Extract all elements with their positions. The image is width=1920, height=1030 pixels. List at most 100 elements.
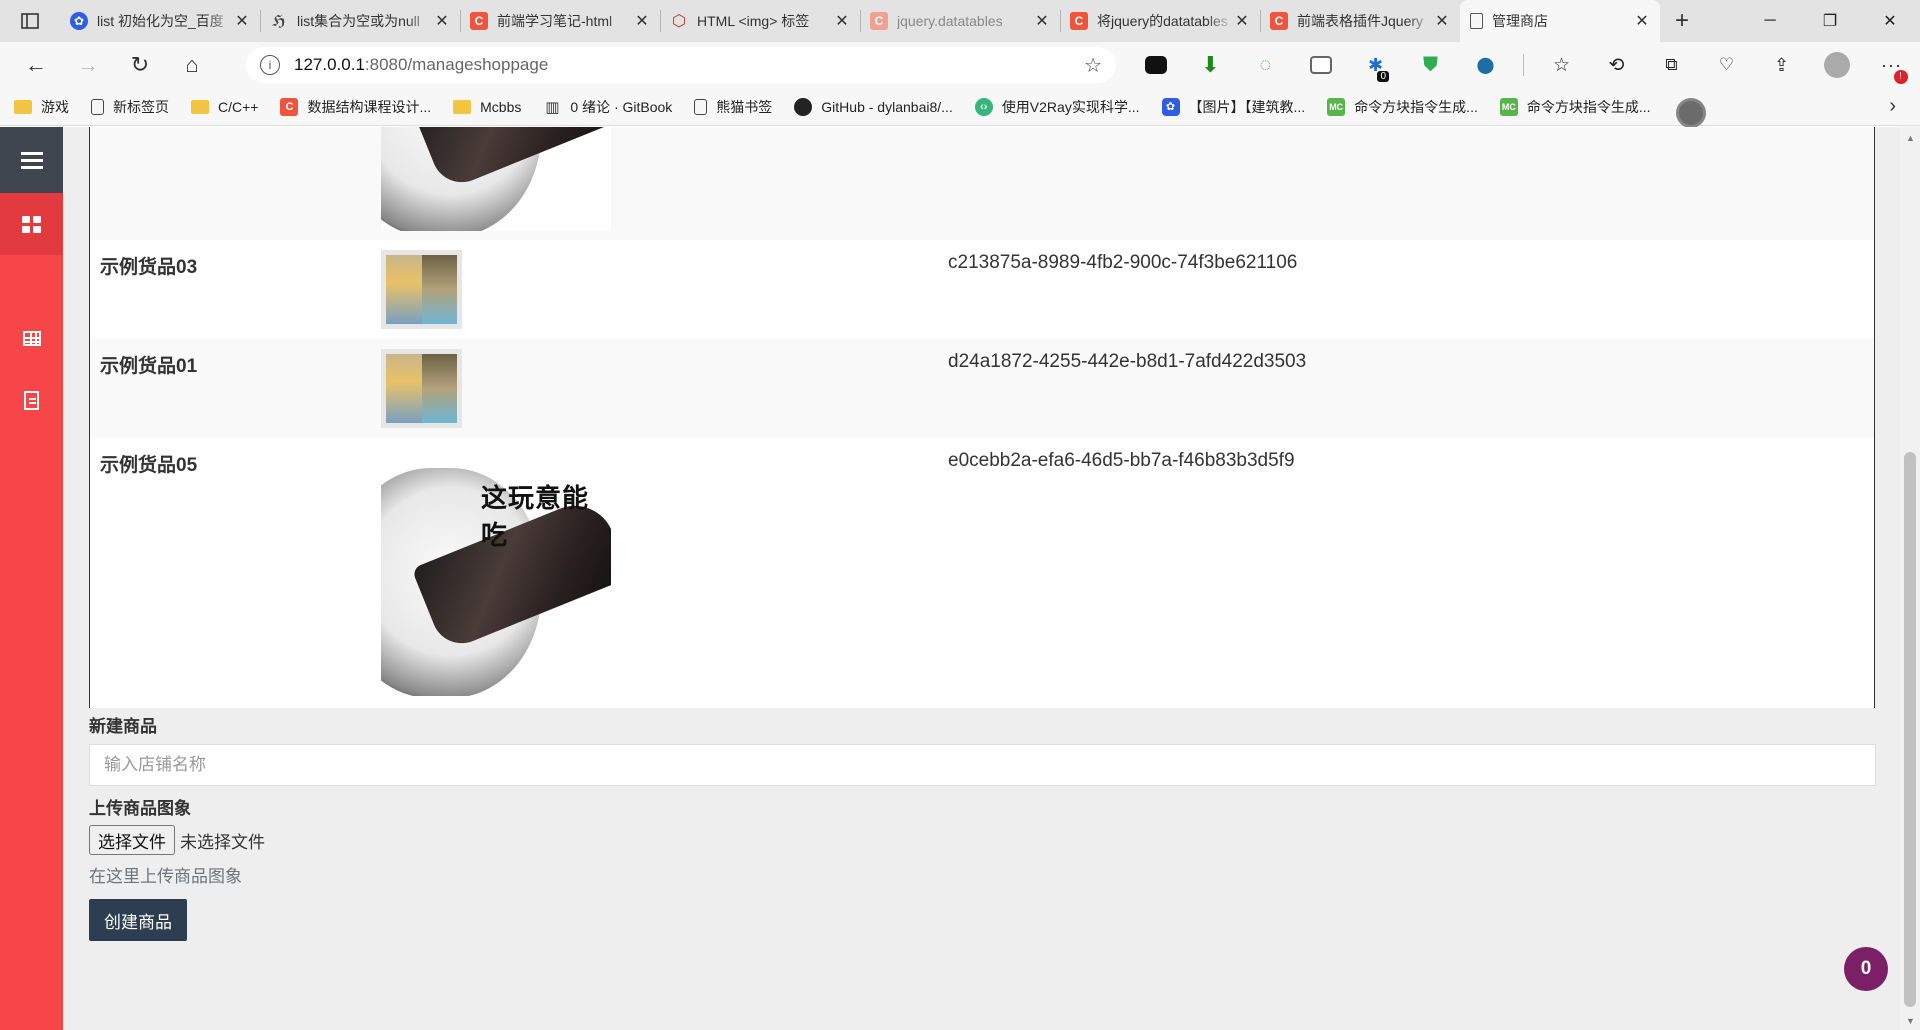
url-path: :8080/manageshoppage [364, 55, 549, 74]
tab-close-icon[interactable]: ✕ [434, 11, 450, 31]
product-thumbnail [381, 349, 462, 428]
share-icon[interactable]: ⇪ [1754, 45, 1809, 85]
bookmarks-bar: 游戏 新标签页 C/C++ C 数据结构课程设计... Mcbbs ▥ 0 绪论 ·… [0, 88, 1920, 126]
table-row: 示例货品01 d24a1872-4255-442e-b8d1-7afd422d3… [90, 339, 1874, 438]
collections-icon[interactable]: ⧉ [1644, 45, 1699, 85]
bookmark-label: 【图片】【建筑教... [1188, 98, 1306, 115]
bookmark-item[interactable]: GitHub - dylanbai8/... [794, 97, 953, 116]
restore-icon[interactable]: ❐ [1800, 0, 1860, 42]
csdn-icon: C [870, 12, 888, 30]
tab-actions-icon[interactable] [0, 0, 60, 42]
new-tab-button[interactable]: + [1660, 0, 1704, 42]
page-viewport: 示例货品03 c213875a-8989-4fb2-900c-74f3be621… [0, 127, 1920, 1030]
menu-toggle-icon[interactable] [0, 127, 63, 193]
address-bar[interactable]: i 127.0.0.1 :8080/manageshoppage ☆ [246, 47, 1116, 83]
bookmark-item[interactable]: 熊猫书签 [694, 97, 772, 117]
url-host: 127.0.0.1 [294, 55, 365, 74]
counter-badge[interactable]: 0 [1844, 947, 1888, 991]
minimize-icon[interactable]: ─ [1740, 0, 1800, 42]
browser-tab-active[interactable]: 管理商店 ✕ [1460, 0, 1660, 42]
product-name: 示例货品03 [100, 257, 198, 278]
product-image [381, 127, 611, 231]
profile-avatar[interactable] [1809, 45, 1864, 85]
bookmark-item[interactable]: ✿ 【图片】【建筑教... [1161, 97, 1306, 117]
browser-tab[interactable]: ✿ list 初始化为空_百度 ✕ [60, 0, 260, 42]
back-icon[interactable]: ← [10, 45, 62, 85]
tab-close-icon[interactable]: ✕ [1634, 11, 1650, 31]
image-extension-icon[interactable] [1293, 45, 1348, 85]
download-icon[interactable]: ⬇ [1183, 45, 1238, 85]
browser-tab[interactable]: ⬡ HTML <img> 标签 ✕ [660, 0, 860, 42]
product-thumbnail [381, 250, 462, 329]
bookmark-label: Mcbbs [480, 98, 522, 115]
bookmark-item[interactable]: ▥ 0 绪论 · GitBook [543, 97, 672, 117]
home-icon[interactable]: ⌂ [166, 45, 218, 85]
table-icon[interactable] [0, 307, 63, 369]
v2ray-icon: ‹› [974, 97, 993, 116]
tab-close-icon[interactable]: ✕ [634, 11, 650, 31]
file-status: 未选择文件 [180, 832, 265, 852]
dashboard-icon[interactable] [0, 193, 63, 255]
browser-tab[interactable]: C 前端学习笔记-html ✕ [460, 0, 660, 42]
bookmark-label: 命令方块指令生成... [1526, 98, 1651, 115]
bookmark-item[interactable]: MC 命令方块指令生成... [1499, 97, 1651, 117]
tab-close-icon[interactable]: ✕ [1034, 11, 1050, 31]
browser-tab[interactable]: C jquery.datatables ✕ [860, 0, 1060, 42]
page-icon [1470, 13, 1483, 29]
browser-tab-strip: ✿ list 初始化为空_百度 ✕ ℌ list集合为空或为null ✕ C 前… [0, 0, 1920, 42]
new-product-form: 新建商品 上传商品图象 选择文件 未选择文件 在这里上传商品图象 创建商品 [89, 712, 1876, 941]
tab-close-icon[interactable]: ✕ [834, 11, 850, 31]
book-icon: ▥ [545, 98, 560, 116]
tab-close-icon[interactable]: ✕ [1234, 11, 1250, 31]
bookmark-label: 游戏 [41, 98, 69, 115]
site-info-icon[interactable]: i [260, 55, 280, 75]
browser-tab[interactable]: C 将jquery的datatables ✕ [1060, 0, 1260, 42]
tab-title: 将jquery的datatables [1097, 13, 1228, 29]
bookmarks-overflow-icon[interactable]: › [1889, 95, 1896, 118]
bookmark-item[interactable]: MC 命令方块指令生成... [1327, 97, 1478, 117]
add-favorite-icon[interactable]: ☆ [1084, 53, 1102, 78]
choose-file-button[interactable]: 选择文件 [89, 825, 175, 855]
upload-label: 上传商品图象 [89, 799, 191, 818]
baidu-paw-icon: ✿ [70, 12, 88, 30]
tab-title: HTML <img> 标签 [697, 13, 810, 29]
favorites-icon[interactable]: ☆ [1534, 45, 1589, 85]
product-id: c213875a-8989-4fb2-900c-74f3be621106 [948, 252, 1298, 273]
product-image: 这玩意能吃 [381, 448, 611, 696]
more-menu-icon[interactable]: ···! [1864, 45, 1919, 85]
bookmark-item[interactable]: 新标签页 [91, 97, 169, 117]
bookmark-label: 数据结构课程设计... [307, 98, 432, 115]
tab-close-icon[interactable]: ✕ [234, 11, 250, 31]
product-name: 示例货品05 [100, 455, 198, 476]
translate-extension-icon[interactable]: ✱ 0 [1348, 45, 1403, 85]
bookmark-item[interactable]: ‹› 使用V2Ray实现科学... [974, 97, 1140, 117]
bookmark-item[interactable]: 游戏 [14, 97, 69, 117]
shield-icon[interactable]: ⛊ [1403, 45, 1458, 85]
refresh-icon[interactable]: ↻ [114, 45, 166, 85]
document-icon[interactable] [0, 369, 63, 431]
scroll-down-icon[interactable]: ▼ [1906, 1016, 1915, 1026]
bookmark-item[interactable]: Mcbbs [453, 99, 521, 115]
page-scrollbar[interactable]: ▲ ▼ [1900, 127, 1920, 1030]
bookmark-item[interactable]: C/C++ [191, 99, 258, 115]
vpn-extension-icon[interactable]: ⬤ [1458, 45, 1513, 85]
tab-close-icon[interactable]: ✕ [1434, 11, 1450, 31]
leaf-extension-icon[interactable]: ◌ [1238, 45, 1293, 85]
close-window-icon[interactable]: ✕ [1860, 0, 1920, 42]
tab-title: 管理商店 [1492, 13, 1548, 29]
tab-title: 前端表格插件Jquery [1297, 13, 1424, 29]
history-icon[interactable]: ⟲ [1589, 45, 1644, 85]
forward-icon[interactable]: → [62, 45, 114, 85]
browser-tab[interactable]: C 前端表格插件Jquery ✕ [1260, 0, 1460, 42]
scrollbar-thumb[interactable] [1904, 452, 1916, 1007]
tampermonkey-icon[interactable] [1128, 45, 1183, 85]
csdn-icon: C [1070, 12, 1088, 30]
mouse-cursor [1676, 98, 1706, 128]
performance-icon[interactable]: ♡ [1699, 45, 1754, 85]
create-product-button[interactable]: 创建商品 [89, 899, 187, 941]
product-name-input[interactable] [89, 744, 1876, 786]
bookmark-item[interactable]: C 数据结构课程设计... [280, 97, 431, 117]
browser-tab[interactable]: ℌ list集合为空或为null ✕ [260, 0, 460, 42]
csdn-icon: C [280, 97, 299, 116]
scroll-up-icon[interactable]: ▲ [1906, 133, 1915, 143]
